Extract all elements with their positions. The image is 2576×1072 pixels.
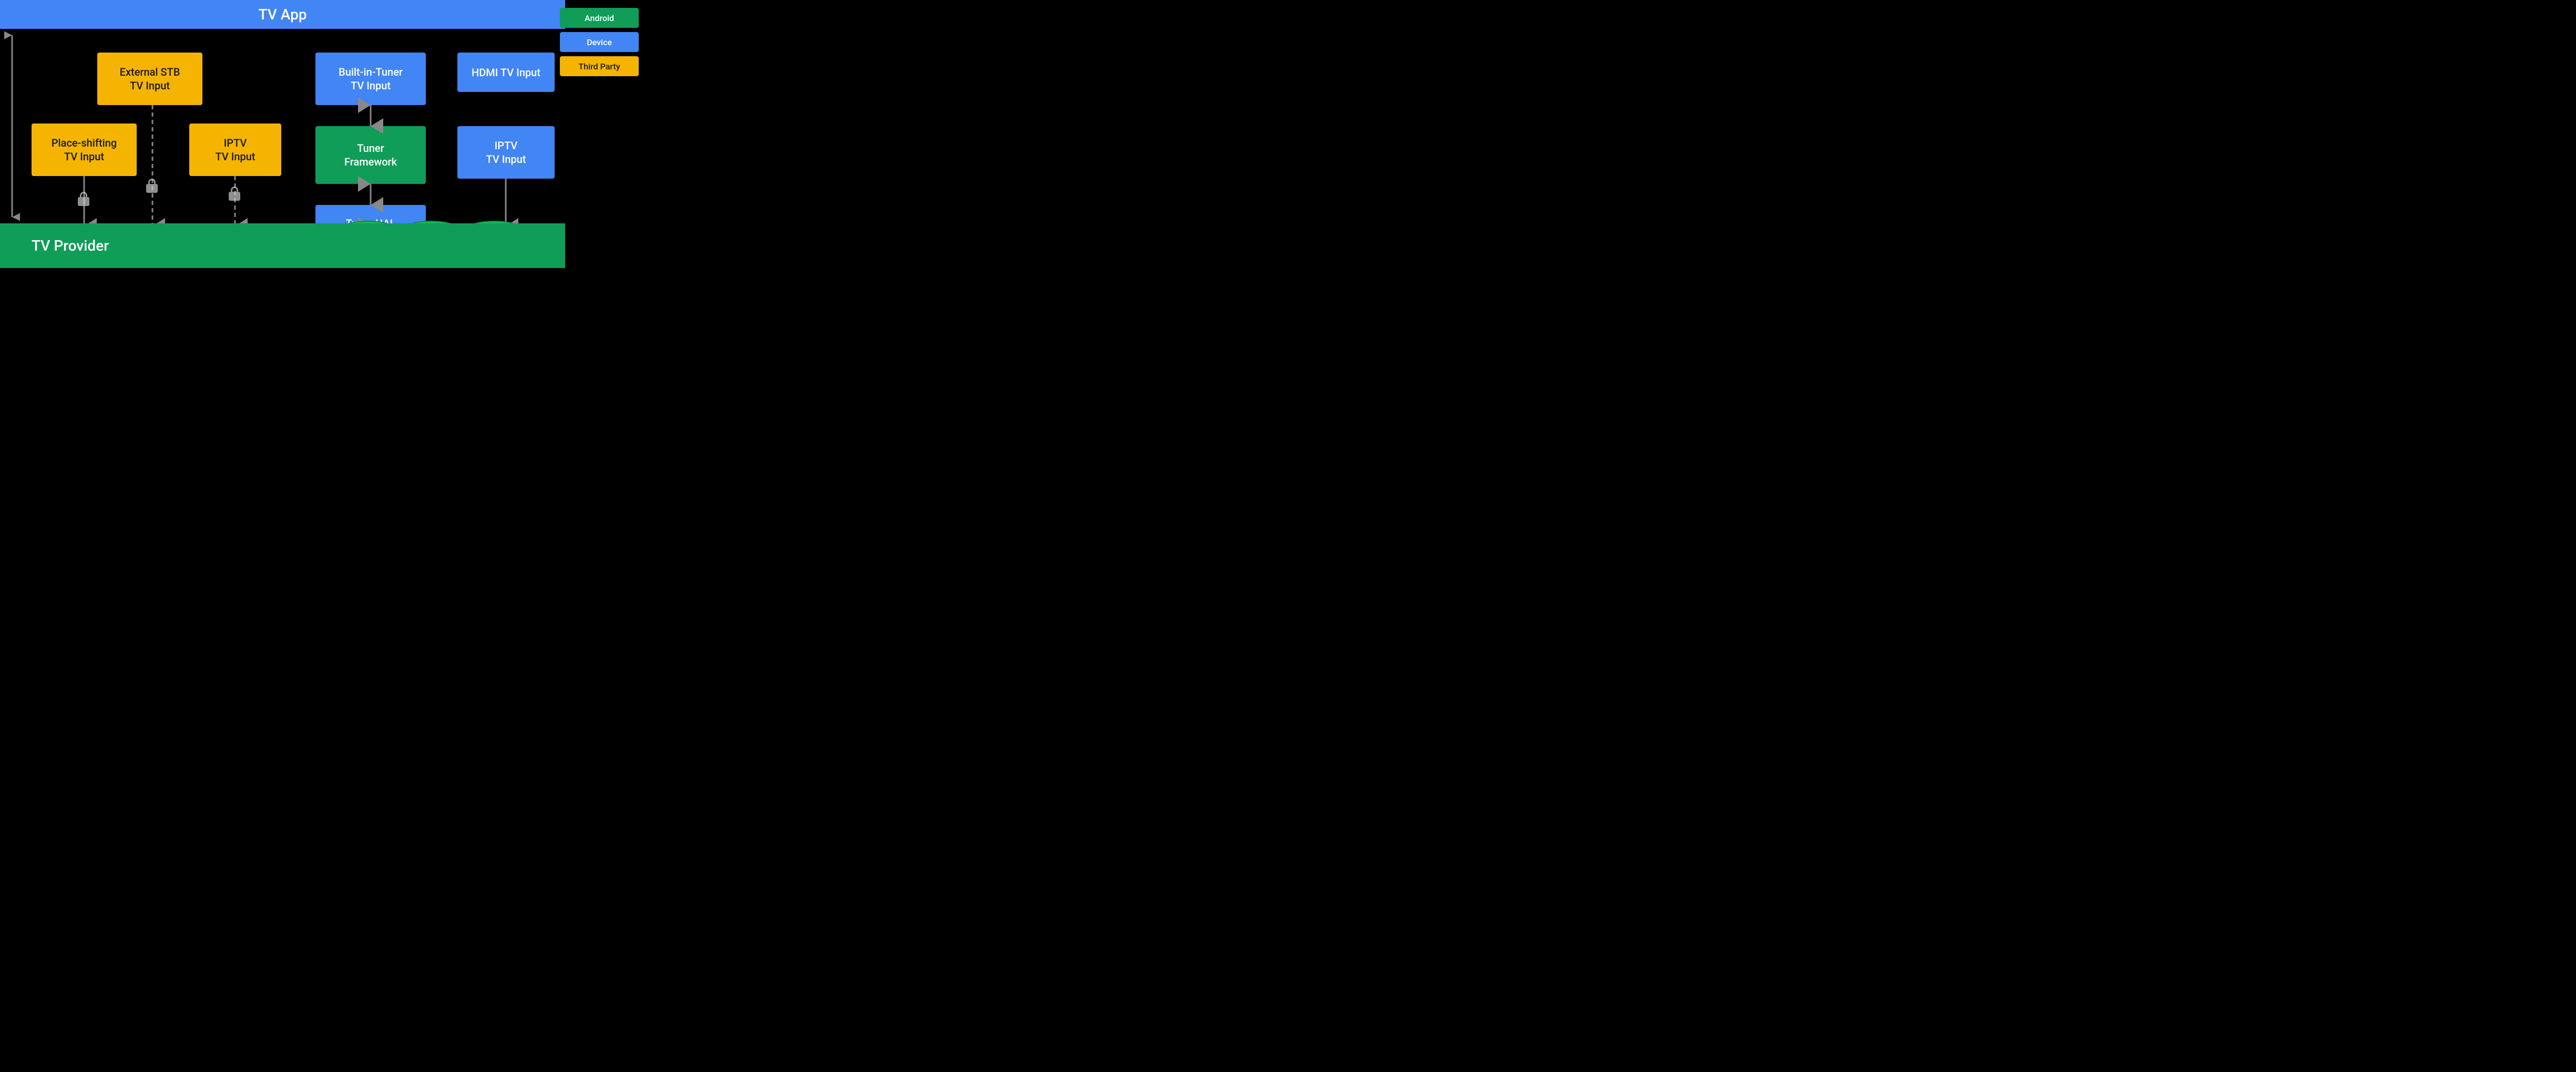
legend-android: Android <box>560 8 639 28</box>
tv-provider-bar: TV Provider <box>0 223 565 268</box>
lock-external-stb <box>146 179 158 193</box>
tv-app-bar: TV App <box>0 0 565 29</box>
lock-iptv-left <box>229 187 240 201</box>
tuner-framework-box: TunerFramework <box>315 126 426 184</box>
external-stb-box: External STBTV Input <box>97 53 202 105</box>
tv-app-label: TV App <box>258 6 306 23</box>
tv-provider-label: TV Provider <box>32 237 109 254</box>
hdmi-input-box: HDMI TV Input <box>457 53 555 92</box>
iptv-right-box: IPTVTV Input <box>457 126 555 179</box>
builtin-tuner-box: Built-in-TunerTV Input <box>315 53 426 105</box>
iptv-left-box: IPTVTV Input <box>189 123 281 176</box>
placeshifting-box: Place-shiftingTV Input <box>32 123 137 176</box>
legend-device: Device <box>560 32 639 52</box>
lock-placeshifting <box>78 192 89 206</box>
legend: Android Device Third Party <box>560 8 639 76</box>
main-left-arrow <box>4 29 20 223</box>
legend-third-party: Third Party <box>560 56 639 76</box>
